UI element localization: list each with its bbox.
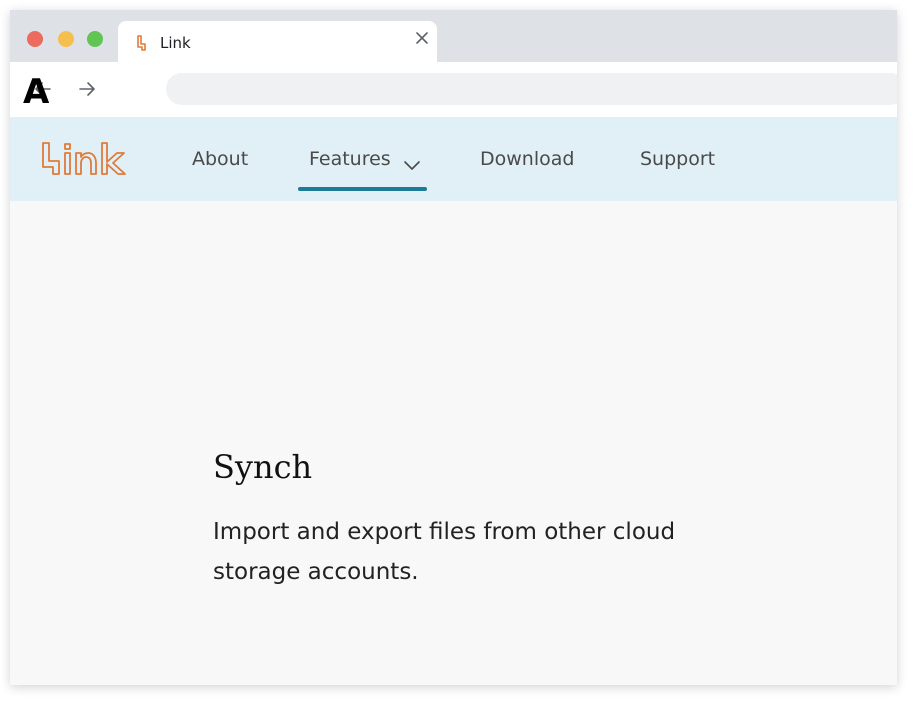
nav-download[interactable]: Download <box>480 148 574 170</box>
site-navigation: About Features Download Support <box>10 117 897 201</box>
address-bar[interactable] <box>166 73 897 105</box>
nav-about[interactable]: About <box>192 148 248 170</box>
feature-description: Import and export files from other cloud… <box>213 519 676 585</box>
close-icon[interactable] <box>414 30 430 46</box>
link-favicon-icon <box>137 35 146 51</box>
browser-window: Link A About Features Download Support S… <box>10 10 897 685</box>
minimize-window-button[interactable] <box>58 31 74 47</box>
site-logo[interactable] <box>41 141 137 177</box>
maximize-window-button[interactable] <box>87 31 103 47</box>
active-nav-indicator <box>298 187 427 191</box>
chevron-down-icon[interactable] <box>404 161 420 171</box>
annotation-label: A <box>23 72 50 112</box>
close-window-button[interactable] <box>27 31 43 47</box>
nav-features[interactable]: Features <box>309 148 391 170</box>
forward-icon[interactable] <box>78 80 96 98</box>
tab-link[interactable]: Link <box>118 21 437 62</box>
browser-toolbar: A <box>10 62 897 117</box>
nav-support[interactable]: Support <box>640 148 715 170</box>
feature-title: Synch <box>213 448 313 486</box>
tab-title: Link <box>160 34 191 52</box>
tab-strip: Link <box>10 10 897 62</box>
